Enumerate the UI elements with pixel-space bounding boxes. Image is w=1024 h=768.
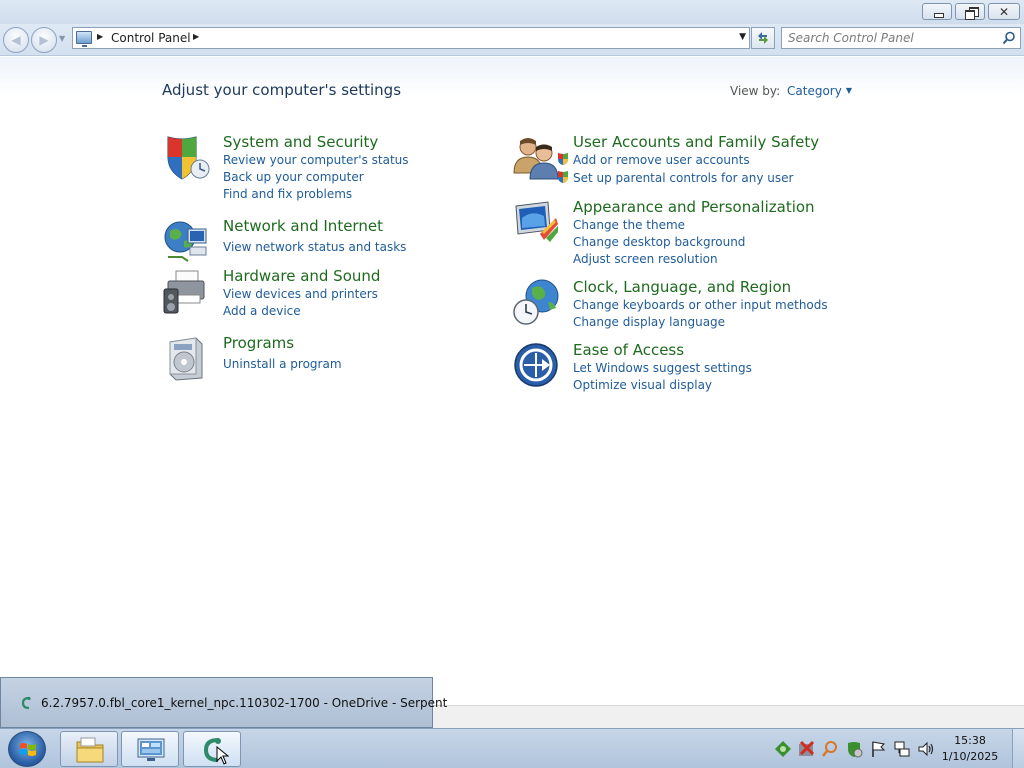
address-dropdown-icon[interactable]: ▼ — [739, 32, 746, 42]
category-title[interactable]: User Accounts and Family Safety — [573, 133, 819, 151]
category-title[interactable]: Hardware and Sound — [223, 267, 380, 285]
close-icon: ✕ — [998, 5, 1010, 19]
explorer-folder-icon — [76, 737, 104, 763]
category-title[interactable]: Programs — [223, 334, 294, 352]
category-link[interactable]: Let Windows suggest settings — [573, 360, 752, 377]
category-link[interactable]: Uninstall a program — [223, 356, 342, 373]
search-icon[interactable] — [1002, 31, 1016, 45]
view-by-dropdown[interactable]: Category ▼ — [787, 84, 852, 98]
category-link[interactable]: Optimize visual display — [573, 377, 752, 394]
error-tray-icon[interactable] — [797, 740, 815, 758]
uac-shield-icon — [558, 153, 568, 165]
clock-date: 1/10/2025 — [941, 750, 999, 763]
category-title[interactable]: Network and Internet — [223, 217, 383, 235]
view-by-value[interactable]: Category — [787, 84, 842, 98]
clock-globe-icon[interactable] — [512, 278, 560, 326]
serpent-app-icon — [21, 696, 31, 710]
start-button[interactable] — [8, 731, 46, 767]
address-bar[interactable]: ▶ Control Panel ▶ ▼ — [72, 27, 750, 49]
category-links: Add or remove user accounts Set up paren… — [558, 152, 793, 187]
category-links: Change keyboards or other input methods … — [573, 297, 828, 331]
mouse-cursor-icon — [216, 746, 230, 765]
taskbar-tooltip: 6.2.7957.0.fbl_core1_kernel_npc.110302-1… — [0, 677, 447, 728]
window-title-bar: ✕ — [0, 0, 1024, 24]
category-link[interactable]: Review your computer's status — [223, 152, 409, 169]
recent-pages-dropdown[interactable]: ▼ — [59, 34, 65, 43]
tooltip-text: 6.2.7957.0.fbl_core1_kernel_npc.110302-1… — [41, 696, 448, 710]
category-link[interactable]: View devices and printers — [223, 286, 378, 303]
window-controls: ✕ — [922, 3, 1020, 20]
taskbar-explorer-button[interactable] — [60, 731, 118, 767]
category-link[interactable]: Set up parental controls for any user — [557, 170, 793, 187]
category-links: Let Windows suggest settings Optimize vi… — [573, 360, 752, 394]
category-link[interactable]: Change the theme — [573, 217, 745, 234]
show-desktop-button[interactable] — [1012, 729, 1024, 768]
breadcrumb[interactable]: Control Panel — [111, 31, 191, 45]
control-panel-content: Adjust your computer's settings View by:… — [0, 57, 1024, 705]
restore-button[interactable] — [955, 3, 985, 20]
category-links: View devices and printers Add a device — [223, 286, 378, 320]
taskbar-serpent-button[interactable] — [183, 731, 241, 767]
category-title[interactable]: Appearance and Personalization — [573, 198, 815, 216]
taskbar-control-panel-button[interactable] — [121, 731, 179, 767]
view-by-label: View by: — [730, 84, 781, 98]
refresh-button[interactable] — [751, 27, 775, 49]
category-links: Review your computer's status Back up yo… — [223, 152, 409, 203]
minimize-button[interactable] — [922, 3, 952, 20]
security-tray-icon[interactable] — [845, 740, 863, 758]
programs-box-icon[interactable] — [162, 334, 210, 382]
shield-icon[interactable] — [162, 133, 210, 181]
category-link[interactable]: Adjust screen resolution — [573, 251, 745, 268]
clock-time: 15:38 — [954, 734, 986, 747]
category-link[interactable]: Change display language — [573, 314, 828, 331]
search-tray-icon[interactable] — [821, 740, 839, 758]
close-button[interactable]: ✕ — [988, 3, 1020, 20]
back-arrow-icon: ◀ — [11, 33, 21, 47]
category-link[interactable]: Change desktop background — [573, 234, 745, 251]
network-tray-icon[interactable] — [774, 740, 792, 758]
ease-of-access-icon[interactable] — [512, 341, 560, 389]
uac-shield-icon — [558, 171, 568, 183]
category-links: View network status and tasks — [223, 239, 406, 256]
category-link[interactable]: Change keyboards or other input methods — [573, 297, 828, 314]
forward-button[interactable]: ▶ — [31, 27, 57, 53]
breadcrumb-chevron-icon[interactable]: ▶ — [97, 32, 103, 41]
category-link[interactable]: Find and fix problems — [223, 186, 409, 203]
control-panel-icon — [137, 738, 165, 761]
network-adapter-tray-icon[interactable] — [893, 740, 911, 758]
category-link-label[interactable]: Set up parental controls for any user — [573, 171, 793, 185]
control-panel-icon — [76, 31, 92, 47]
refresh-arrows-icon — [758, 32, 768, 44]
category-title[interactable]: System and Security — [223, 133, 378, 151]
forward-arrow-icon: ▶ — [39, 33, 49, 47]
flag-tray-icon[interactable] — [869, 740, 887, 758]
navigation-bar: ◀ ▶ ▼ ▶ Control Panel ▶ ▼ — [0, 24, 1024, 56]
windows-logo-icon — [20, 743, 36, 756]
category-links: Uninstall a program — [223, 356, 342, 373]
monitor-palette-icon[interactable] — [512, 198, 560, 246]
printer-speaker-icon[interactable] — [162, 267, 210, 315]
search-input[interactable] — [788, 30, 993, 46]
category-title[interactable]: Ease of Access — [573, 341, 684, 359]
page-title: Adjust your computer's settings — [162, 81, 402, 99]
search-box — [781, 27, 1021, 49]
chevron-down-icon[interactable]: ▼ — [846, 86, 852, 95]
network-globe-icon[interactable] — [162, 217, 210, 265]
category-link[interactable]: View network status and tasks — [223, 239, 406, 256]
breadcrumb-chevron-icon[interactable]: ▶ — [193, 32, 199, 41]
category-link[interactable]: Add a device — [223, 303, 378, 320]
category-link-label[interactable]: Add or remove user accounts — [573, 153, 750, 167]
category-link[interactable]: Add or remove user accounts — [557, 152, 793, 169]
restore-icon — [956, 4, 984, 20]
clock[interactable]: 15:38 1/10/2025 — [930, 733, 1010, 765]
category-link[interactable]: Back up your computer — [223, 169, 409, 186]
back-button[interactable]: ◀ — [3, 27, 29, 53]
category-title[interactable]: Clock, Language, and Region — [573, 278, 791, 296]
category-links: Change the theme Change desktop backgrou… — [573, 217, 745, 268]
taskbar: 15:38 1/10/2025 — [0, 728, 1024, 768]
minimize-icon — [923, 4, 951, 19]
users-icon[interactable] — [512, 133, 560, 181]
